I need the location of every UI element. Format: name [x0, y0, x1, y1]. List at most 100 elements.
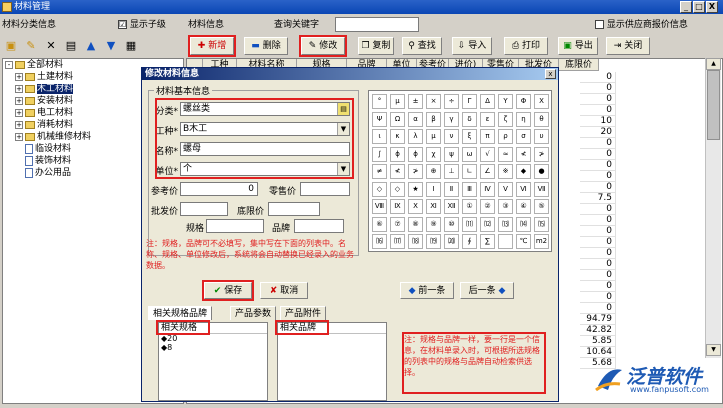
grid-cell[interactable]: 10: [580, 116, 616, 127]
grid-cell[interactable]: 0: [580, 105, 616, 116]
symbol-key[interactable]: χ: [426, 146, 441, 162]
symbol-key[interactable]: Χ: [534, 94, 549, 109]
show-supplier-checkbox[interactable]: [595, 20, 604, 29]
grid-cell[interactable]: 0: [580, 215, 616, 226]
copy-button[interactable]: ❐ 复制: [358, 37, 394, 55]
grid-cell[interactable]: 0: [580, 160, 616, 171]
query-input[interactable]: [335, 17, 419, 32]
tab-parameters[interactable]: 产品参数: [230, 306, 277, 320]
retail-field[interactable]: [300, 182, 350, 196]
symbol-key[interactable]: λ: [408, 129, 423, 144]
symbol-key[interactable]: Ω: [390, 111, 405, 127]
symbol-key[interactable]: ∮: [462, 234, 477, 249]
symbol-key[interactable]: ÷: [444, 94, 459, 109]
symbol-key[interactable]: ⑥: [372, 216, 387, 232]
symbol-key[interactable]: Ⅴ: [498, 181, 513, 197]
symbol-key[interactable]: ζ: [498, 111, 513, 127]
symbol-key[interactable]: Ⅵ: [516, 181, 531, 197]
symbol-key[interactable]: β: [426, 111, 441, 127]
symbol-key[interactable]: m2: [534, 234, 549, 249]
grid-cell[interactable]: 0: [580, 149, 616, 160]
symbol-key[interactable]: Ⅰ: [426, 181, 441, 197]
symbol-key[interactable]: ∑: [480, 234, 495, 249]
symbol-key[interactable]: ρ: [498, 129, 513, 144]
symbol-key[interactable]: ≠: [372, 164, 387, 179]
symbol-key[interactable]: π: [480, 129, 495, 144]
symbol-key[interactable]: √: [480, 146, 495, 162]
tab-specs-brands[interactable]: 相关规格品牌: [148, 306, 213, 320]
symbol-key[interactable]: ∫: [372, 146, 387, 162]
expand-toggle-icon[interactable]: +: [15, 121, 23, 129]
grid-cell[interactable]: 0: [580, 248, 616, 259]
symbol-key[interactable]: ω: [462, 146, 477, 162]
cancel-button[interactable]: ✘ 取消: [260, 282, 308, 299]
symbol-key[interactable]: Ⅷ: [372, 199, 387, 214]
minimize-button[interactable]: _: [680, 1, 692, 13]
symbol-key[interactable]: ⑦: [390, 216, 405, 232]
symbol-key[interactable]: Ψ: [372, 111, 387, 127]
grid-cell[interactable]: 20: [580, 127, 616, 138]
grid-cell[interactable]: 0: [580, 292, 616, 303]
grid-cell[interactable]: 0: [580, 281, 616, 292]
symbol-key[interactable]: ●: [534, 164, 549, 179]
grid-cell[interactable]: 42.82: [580, 325, 616, 336]
symbol-key[interactable]: ⊕: [426, 164, 441, 179]
symbol-key[interactable]: Ⅺ: [426, 199, 441, 214]
symbol-key[interactable]: ι: [372, 129, 387, 144]
grid-cell[interactable]: 0: [580, 226, 616, 237]
symbol-key[interactable]: ⑩: [444, 216, 459, 232]
symbol-key[interactable]: Ⅻ: [444, 199, 459, 214]
symbol-key[interactable]: ※: [498, 164, 513, 179]
grid-cell[interactable]: 0: [580, 83, 616, 94]
ref-price-field[interactable]: 0: [180, 182, 258, 196]
symbol-key[interactable]: ◇: [372, 181, 387, 197]
symbol-key[interactable]: Γ: [462, 94, 477, 109]
symbol-key[interactable]: δ: [462, 111, 477, 127]
scroll-up-arrow[interactable]: ▲: [706, 58, 721, 70]
symbol-key[interactable]: ★: [408, 181, 423, 197]
symbol-key[interactable]: ◇: [390, 181, 405, 197]
add-folder-icon[interactable]: ▣: [4, 39, 18, 53]
symbol-key[interactable]: Υ: [498, 94, 513, 109]
grid-cell[interactable]: 0: [580, 259, 616, 270]
edit-folder-icon[interactable]: ✎: [24, 39, 38, 53]
expand-toggle-icon[interactable]: +: [15, 97, 23, 105]
symbol-key[interactable]: ∟: [462, 164, 477, 179]
symbol-key[interactable]: ≯: [408, 164, 423, 179]
show-sub-level-toggle[interactable]: ☑ 显示子级: [118, 16, 166, 34]
scroll-thumb[interactable]: [707, 70, 720, 140]
wholesale-field[interactable]: [180, 202, 228, 216]
symbol-key[interactable]: α: [408, 111, 423, 127]
symbol-key[interactable]: Φ: [516, 94, 531, 109]
options-icon[interactable]: ▦: [124, 39, 138, 53]
expand-toggle-icon[interactable]: +: [15, 109, 23, 117]
symbol-key[interactable]: ⒃: [372, 234, 387, 249]
symbol-key[interactable]: ③: [498, 199, 513, 214]
grid-cell[interactable]: 94.79: [580, 314, 616, 325]
symbol-key[interactable]: ψ: [444, 146, 459, 162]
symbol-key[interactable]: ⑾: [462, 216, 477, 232]
symbol-key[interactable]: ⒅: [408, 234, 423, 249]
symbol-key[interactable]: ξ: [462, 129, 477, 144]
export-button[interactable]: ▣ 导出: [558, 37, 598, 55]
symbol-key[interactable]: ◆: [516, 164, 531, 179]
prev-record-button[interactable]: ◆ 前一条: [400, 282, 454, 299]
import-button[interactable]: ⇩ 导入: [452, 37, 492, 55]
grid-cell[interactable]: 0: [580, 237, 616, 248]
symbol-key[interactable]: ⒁: [516, 216, 531, 232]
delete-icon[interactable]: ✕: [44, 39, 58, 53]
symbol-key[interactable]: ≯: [534, 146, 549, 162]
brand-field[interactable]: [294, 219, 344, 233]
close-button[interactable]: ⇥ 关闭: [606, 37, 650, 55]
spec-list-item[interactable]: ◆8: [159, 343, 267, 352]
grid-cell[interactable]: 0: [580, 72, 616, 83]
symbol-key[interactable]: θ: [534, 111, 549, 127]
symbol-key[interactable]: ②: [480, 199, 495, 214]
symbol-key[interactable]: Ⅳ: [480, 181, 495, 197]
symbol-key[interactable]: ⑿: [480, 216, 495, 232]
grid-cell[interactable]: 5.85: [580, 336, 616, 347]
symbol-key[interactable]: κ: [390, 129, 405, 144]
export-icon[interactable]: ▤: [64, 39, 78, 53]
expand-toggle-icon[interactable]: +: [15, 133, 23, 141]
symbol-key[interactable]: ⒂: [534, 216, 549, 232]
